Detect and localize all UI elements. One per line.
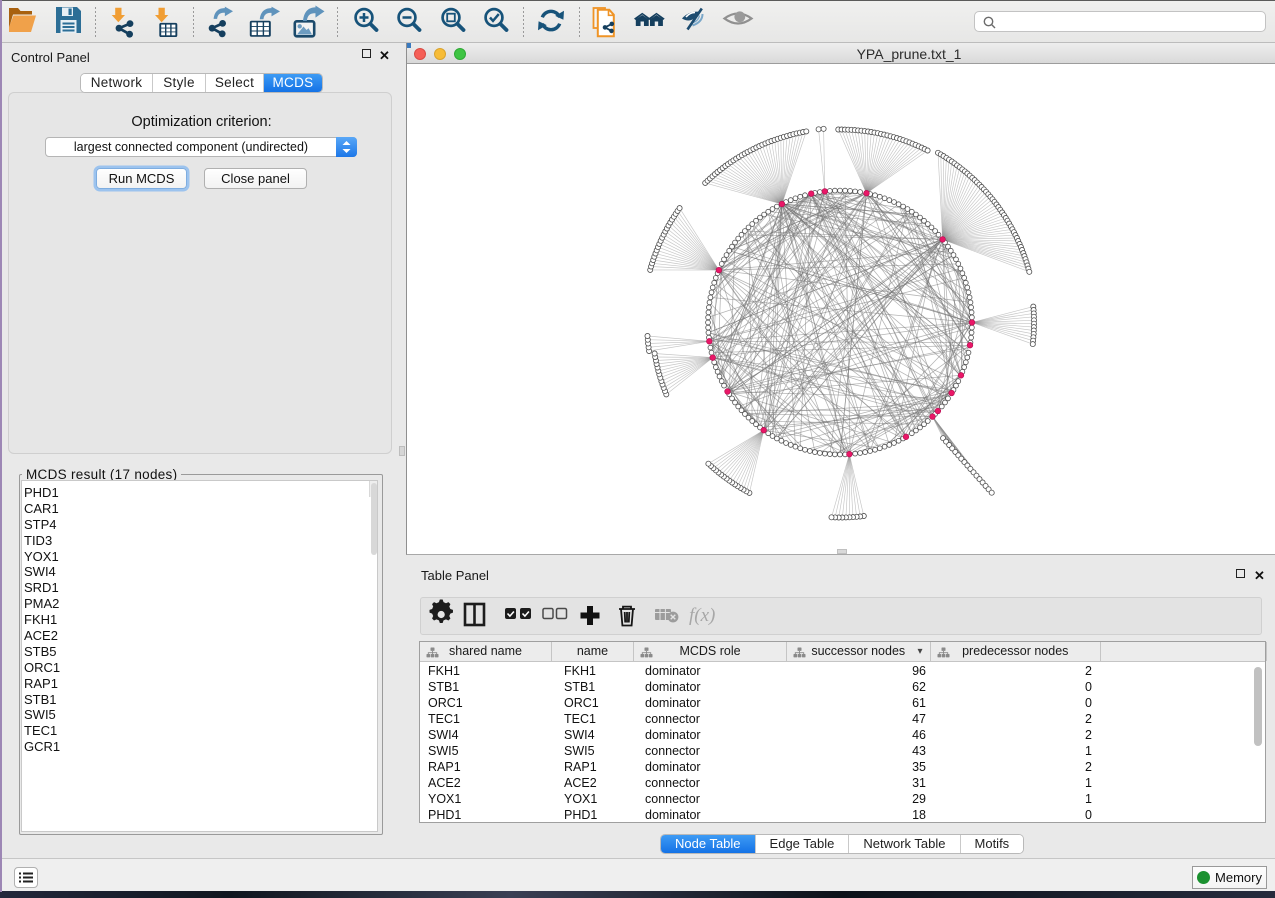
- svg-text:f(x): f(x): [689, 605, 715, 626]
